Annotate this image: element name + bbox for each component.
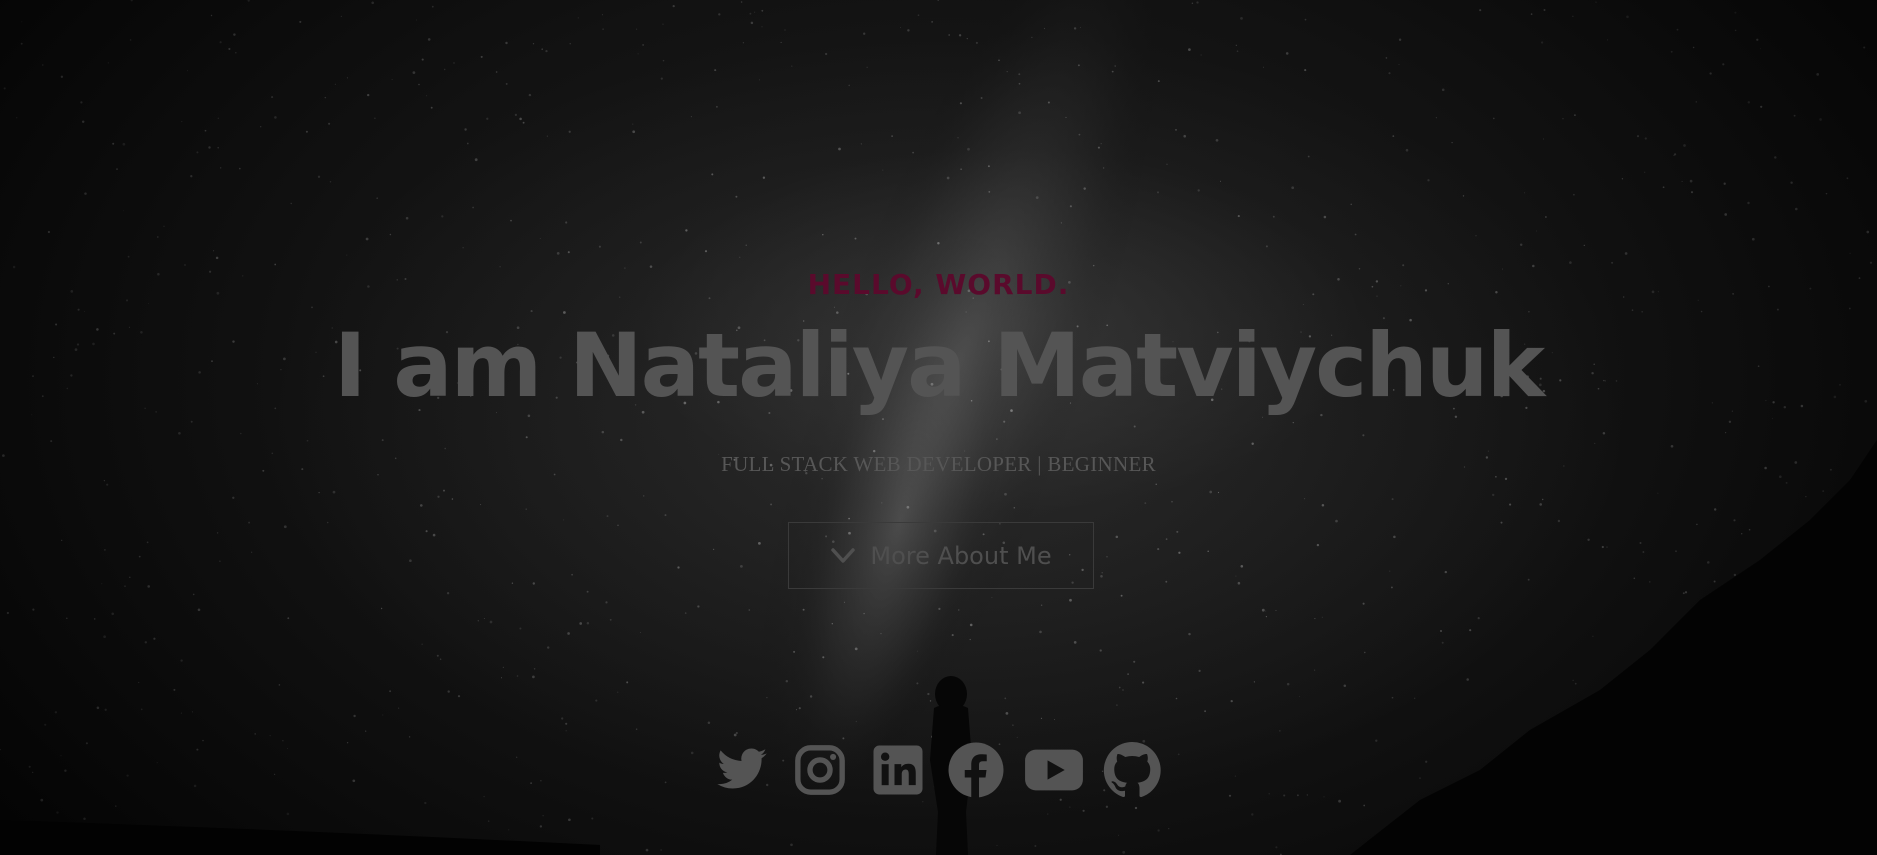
github-icon[interactable] (1102, 740, 1162, 800)
more-about-me-button[interactable]: More About Me (788, 522, 1094, 589)
youtube-icon[interactable] (1024, 740, 1084, 800)
instagram-icon[interactable] (790, 740, 850, 800)
chevron-down-icon (830, 547, 856, 565)
more-about-me-label: More About Me (870, 541, 1052, 570)
twitter-icon[interactable] (712, 740, 772, 800)
page-title: I am Nataliya Matviychuk (333, 314, 1545, 417)
role-subtitle: FULL STACK WEB DEVELOPER | BEGINNER (721, 452, 1156, 476)
linkedin-icon[interactable] (868, 740, 928, 800)
greeting-text: HELLO, WORLD. (807, 268, 1070, 301)
social-links (712, 740, 1162, 800)
hero-section: HELLO, WORLD. I am Nataliya Matviychuk F… (0, 0, 1877, 855)
hero-content: HELLO, WORLD. I am Nataliya Matviychuk F… (0, 0, 1877, 855)
facebook-icon[interactable] (946, 740, 1006, 800)
